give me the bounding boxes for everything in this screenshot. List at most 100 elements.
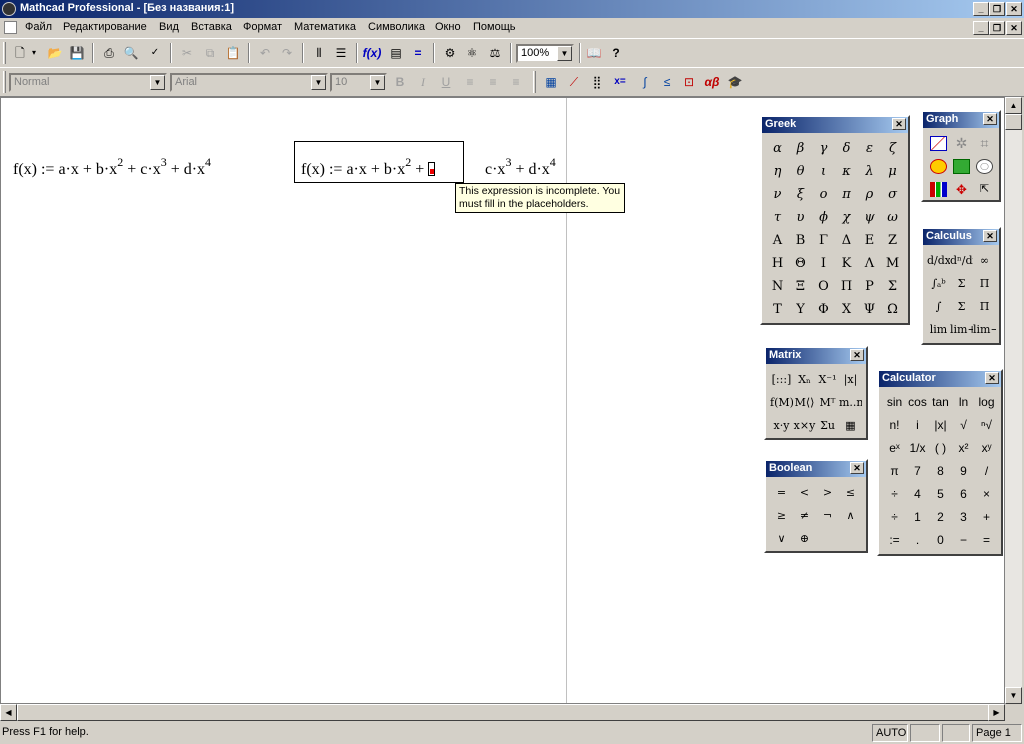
cut-icon[interactable]: ✂ bbox=[177, 43, 197, 63]
matrix-button[interactable]: m..n bbox=[839, 391, 862, 414]
greek-button[interactable]: Μ bbox=[881, 252, 904, 275]
calculator-button[interactable]: π bbox=[883, 460, 906, 483]
evaluation-toolbar-icon[interactable]: x= bbox=[610, 72, 630, 92]
greek-button[interactable]: Α bbox=[766, 229, 789, 252]
style-select[interactable]: Normal ▼ bbox=[9, 73, 167, 92]
matrix-button[interactable]: x×y bbox=[793, 414, 816, 437]
print-preview-icon[interactable]: 🔍 bbox=[121, 43, 141, 63]
greek-button[interactable]: κ bbox=[835, 160, 858, 183]
resource-center-icon[interactable]: 📖 bbox=[584, 43, 604, 63]
minimize-button[interactable]: _ bbox=[973, 2, 989, 16]
calculator-button[interactable]: √ bbox=[952, 414, 975, 437]
calculator-button[interactable]: ÷ bbox=[883, 483, 906, 506]
paste-icon[interactable]: 📋 bbox=[223, 43, 243, 63]
font-select[interactable]: Arial ▼ bbox=[170, 73, 328, 92]
greek-button[interactable]: Ω bbox=[881, 298, 904, 321]
calculator-button[interactable]: 4 bbox=[906, 483, 929, 506]
calculator-button[interactable]: cos bbox=[906, 391, 929, 414]
boolean-button[interactable]: ≠ bbox=[793, 504, 816, 527]
redo-icon[interactable]: ↷ bbox=[277, 43, 297, 63]
menu-format[interactable]: Формат bbox=[243, 21, 282, 33]
calculus-button[interactable]: d/dx bbox=[927, 249, 950, 272]
greek-button[interactable]: τ bbox=[766, 206, 789, 229]
calculator-button[interactable]: 8 bbox=[929, 460, 952, 483]
greek-button[interactable]: Η bbox=[766, 252, 789, 275]
calculus-toolbar-icon[interactable]: ∫ bbox=[635, 72, 655, 92]
greek-button[interactable]: θ bbox=[789, 160, 812, 183]
calculus-button[interactable]: lim+ bbox=[950, 318, 973, 341]
matrix-button[interactable]: x·y bbox=[770, 414, 793, 437]
calculus-palette-title[interactable]: Calculus ✕ bbox=[923, 229, 999, 245]
greek-button[interactable]: ρ bbox=[858, 183, 881, 206]
calculator-button[interactable]: + bbox=[975, 506, 998, 529]
calculator-button[interactable]: |x| bbox=[929, 414, 952, 437]
greek-palette[interactable]: Greek ✕ αβγδεζ ηθικλμ νξοπρσ τυϕχψω ΑΒΓΔΕΖ ΗΘ… bbox=[760, 115, 910, 325]
greek-button[interactable]: δ bbox=[835, 137, 858, 160]
matrix-button[interactable]: X⁻¹ bbox=[816, 368, 839, 391]
greek-button[interactable]: β bbox=[789, 137, 812, 160]
greek-button[interactable]: α bbox=[766, 137, 789, 160]
save-icon[interactable]: 💾 bbox=[67, 43, 87, 63]
calculator-button[interactable]: ÷ bbox=[883, 506, 906, 529]
mathcad-app-icon[interactable] bbox=[2, 2, 16, 16]
calculus-palette[interactable]: Calculus ✕ d/dxdⁿ/dxⁿ∞ ∫ₐᵇΣΠ ∫ΣΠlimlim+lim… bbox=[921, 227, 1001, 345]
greek-button[interactable]: ϕ bbox=[812, 206, 835, 229]
greek-button[interactable]: Χ bbox=[835, 298, 858, 321]
calculator-button[interactable]: 3 bbox=[952, 506, 975, 529]
matrix-palette-title[interactable]: Matrix ✕ bbox=[766, 348, 866, 364]
print-icon[interactable]: ⎙ bbox=[99, 43, 119, 63]
matrix-palette-close-button[interactable]: ✕ bbox=[850, 349, 864, 361]
calculator-button[interactable]: eˣ bbox=[883, 437, 906, 460]
calculator-button[interactable]: ln bbox=[952, 391, 975, 414]
calculate-icon[interactable]: = bbox=[408, 43, 428, 63]
matrix-button[interactable]: Σu bbox=[816, 414, 839, 437]
boolean-palette[interactable]: Boolean ✕ = < > ≤ ≥ ≠ ¬ ∧ ∨ ⊕ bbox=[764, 459, 868, 553]
align-center-icon[interactable]: ≡ bbox=[483, 72, 503, 92]
graph-toolbar-icon[interactable]: ⟋ bbox=[564, 72, 584, 92]
horizontal-scroll-thumb[interactable] bbox=[17, 704, 989, 721]
calculator-palette[interactable]: Calculator ✕ sin cos tan ln log n! i |x| √ ⁿ√ eˣ 1/… bbox=[877, 369, 1003, 556]
matrix-button[interactable]: ▦ bbox=[839, 414, 862, 437]
graph-palette[interactable]: Graph ✕ ✲ ⌗ ✥ ⇱ bbox=[921, 110, 1001, 202]
scroll-right-icon[interactable]: ▶ bbox=[988, 704, 1005, 721]
toolbar-grip[interactable] bbox=[3, 71, 6, 93]
greek-button[interactable]: Τ bbox=[766, 298, 789, 321]
calculator-button[interactable]: − bbox=[952, 529, 975, 552]
insert-unit-icon[interactable]: ▤ bbox=[386, 43, 406, 63]
boolean-toolbar-icon[interactable]: ≤ bbox=[657, 72, 677, 92]
symbolic-toolbar-icon[interactable]: 🎓 bbox=[725, 72, 745, 92]
greek-button[interactable]: ε bbox=[858, 137, 881, 160]
boolean-palette-close-button[interactable]: ✕ bbox=[850, 462, 864, 474]
font-dropdown-icon[interactable]: ▼ bbox=[311, 75, 326, 90]
greek-button[interactable]: Ξ bbox=[789, 275, 812, 298]
calculator-button[interactable]: n! bbox=[883, 414, 906, 437]
menu-window[interactable]: Окно bbox=[435, 21, 461, 33]
resource-icon[interactable]: ⚛ bbox=[462, 43, 482, 63]
boolean-palette-title[interactable]: Boolean ✕ bbox=[766, 461, 866, 477]
calculus-button[interactable]: lim− bbox=[973, 318, 996, 341]
calculator-button[interactable]: 1 bbox=[906, 506, 929, 529]
calculus-palette-close-button[interactable]: ✕ bbox=[983, 230, 997, 242]
greek-button[interactable]: Ι bbox=[812, 252, 835, 275]
new-dropdown-icon[interactable]: ▾ bbox=[28, 43, 40, 63]
menu-math[interactable]: Математика bbox=[294, 21, 356, 33]
greek-button[interactable]: π bbox=[835, 183, 858, 206]
scroll-down-icon[interactable]: ▼ bbox=[1005, 687, 1022, 704]
component-icon[interactable]: ⚙ bbox=[440, 43, 460, 63]
boolean-button[interactable]: ∧ bbox=[839, 504, 862, 527]
align-left-icon[interactable]: ≡ bbox=[460, 72, 480, 92]
contour-plot-icon[interactable] bbox=[973, 155, 996, 178]
greek-button[interactable]: Υ bbox=[789, 298, 812, 321]
greek-button[interactable]: Λ bbox=[858, 252, 881, 275]
calculator-button[interactable]: 0 bbox=[929, 529, 952, 552]
bold-button[interactable]: B bbox=[390, 72, 410, 92]
new-icon[interactable]: 🗋 bbox=[10, 43, 30, 63]
size-dropdown-icon[interactable]: ▼ bbox=[370, 75, 385, 90]
calculus-button[interactable]: Σ bbox=[950, 272, 973, 295]
greek-button[interactable]: Φ bbox=[812, 298, 835, 321]
greek-button[interactable]: ψ bbox=[858, 206, 881, 229]
greek-button[interactable]: γ bbox=[812, 137, 835, 160]
align-across-icon[interactable]: ⫴ bbox=[309, 43, 329, 63]
menu-help[interactable]: Помощь bbox=[473, 21, 516, 33]
menu-symbolics[interactable]: Символика bbox=[368, 21, 425, 33]
